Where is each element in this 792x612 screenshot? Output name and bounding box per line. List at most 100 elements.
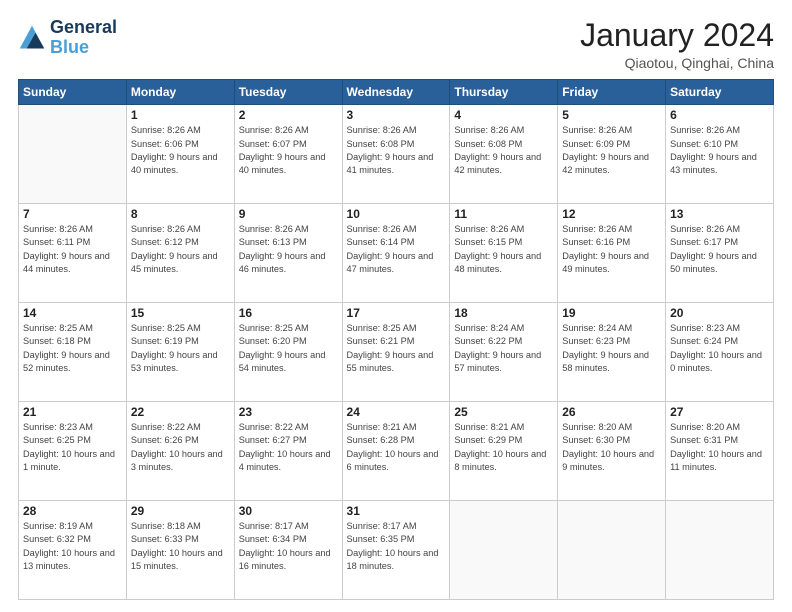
calendar-day-cell: 2 Sunrise: 8:26 AMSunset: 6:07 PMDayligh… [234,105,342,204]
calendar-day-cell: 10 Sunrise: 8:26 AMSunset: 6:14 PMDaylig… [342,204,450,303]
calendar-day-cell [666,501,774,600]
calendar-day-cell: 4 Sunrise: 8:26 AMSunset: 6:08 PMDayligh… [450,105,558,204]
subtitle: Qiaotou, Qinghai, China [580,55,774,71]
day-number: 1 [131,108,230,122]
calendar-day-cell: 30 Sunrise: 8:17 AMSunset: 6:34 PMDaylig… [234,501,342,600]
calendar-day-cell: 24 Sunrise: 8:21 AMSunset: 6:28 PMDaylig… [342,402,450,501]
day-info: Sunrise: 8:21 AMSunset: 6:29 PMDaylight:… [454,421,553,474]
col-thursday: Thursday [450,80,558,105]
day-info: Sunrise: 8:26 AMSunset: 6:11 PMDaylight:… [23,223,122,276]
calendar-day-cell [450,501,558,600]
col-monday: Monday [126,80,234,105]
day-info: Sunrise: 8:26 AMSunset: 6:13 PMDaylight:… [239,223,338,276]
main-title: January 2024 [580,18,774,53]
calendar-day-cell: 15 Sunrise: 8:25 AMSunset: 6:19 PMDaylig… [126,303,234,402]
calendar-day-cell: 5 Sunrise: 8:26 AMSunset: 6:09 PMDayligh… [558,105,666,204]
day-number: 25 [454,405,553,419]
day-number: 31 [347,504,446,518]
day-info: Sunrise: 8:20 AMSunset: 6:30 PMDaylight:… [562,421,661,474]
day-number: 2 [239,108,338,122]
calendar-day-cell: 7 Sunrise: 8:26 AMSunset: 6:11 PMDayligh… [19,204,127,303]
calendar-week-row: 7 Sunrise: 8:26 AMSunset: 6:11 PMDayligh… [19,204,774,303]
day-number: 12 [562,207,661,221]
day-number: 8 [131,207,230,221]
day-number: 16 [239,306,338,320]
day-number: 5 [562,108,661,122]
day-number: 9 [239,207,338,221]
calendar-day-cell: 6 Sunrise: 8:26 AMSunset: 6:10 PMDayligh… [666,105,774,204]
day-number: 27 [670,405,769,419]
col-wednesday: Wednesday [342,80,450,105]
day-number: 10 [347,207,446,221]
day-info: Sunrise: 8:22 AMSunset: 6:26 PMDaylight:… [131,421,230,474]
day-number: 11 [454,207,553,221]
calendar-day-cell: 1 Sunrise: 8:26 AMSunset: 6:06 PMDayligh… [126,105,234,204]
day-number: 17 [347,306,446,320]
calendar-day-cell: 21 Sunrise: 8:23 AMSunset: 6:25 PMDaylig… [19,402,127,501]
day-info: Sunrise: 8:22 AMSunset: 6:27 PMDaylight:… [239,421,338,474]
day-info: Sunrise: 8:19 AMSunset: 6:32 PMDaylight:… [23,520,122,573]
day-info: Sunrise: 8:20 AMSunset: 6:31 PMDaylight:… [670,421,769,474]
calendar-day-cell: 19 Sunrise: 8:24 AMSunset: 6:23 PMDaylig… [558,303,666,402]
day-info: Sunrise: 8:17 AMSunset: 6:34 PMDaylight:… [239,520,338,573]
calendar-day-cell: 18 Sunrise: 8:24 AMSunset: 6:22 PMDaylig… [450,303,558,402]
calendar-day-cell: 22 Sunrise: 8:22 AMSunset: 6:26 PMDaylig… [126,402,234,501]
day-number: 20 [670,306,769,320]
calendar-day-cell: 17 Sunrise: 8:25 AMSunset: 6:21 PMDaylig… [342,303,450,402]
day-info: Sunrise: 8:26 AMSunset: 6:15 PMDaylight:… [454,223,553,276]
page: General Blue January 2024 Qiaotou, Qingh… [0,0,792,612]
calendar-day-cell: 12 Sunrise: 8:26 AMSunset: 6:16 PMDaylig… [558,204,666,303]
day-info: Sunrise: 8:26 AMSunset: 6:07 PMDaylight:… [239,124,338,177]
day-info: Sunrise: 8:25 AMSunset: 6:18 PMDaylight:… [23,322,122,375]
day-info: Sunrise: 8:23 AMSunset: 6:25 PMDaylight:… [23,421,122,474]
calendar-header-row: Sunday Monday Tuesday Wednesday Thursday… [19,80,774,105]
calendar-week-row: 28 Sunrise: 8:19 AMSunset: 6:32 PMDaylig… [19,501,774,600]
header: General Blue January 2024 Qiaotou, Qingh… [18,18,774,71]
day-number: 30 [239,504,338,518]
calendar-day-cell: 3 Sunrise: 8:26 AMSunset: 6:08 PMDayligh… [342,105,450,204]
day-number: 23 [239,405,338,419]
day-number: 28 [23,504,122,518]
day-info: Sunrise: 8:26 AMSunset: 6:06 PMDaylight:… [131,124,230,177]
calendar-day-cell: 20 Sunrise: 8:23 AMSunset: 6:24 PMDaylig… [666,303,774,402]
day-number: 14 [23,306,122,320]
calendar-day-cell: 25 Sunrise: 8:21 AMSunset: 6:29 PMDaylig… [450,402,558,501]
logo: General Blue [18,18,117,58]
day-info: Sunrise: 8:26 AMSunset: 6:09 PMDaylight:… [562,124,661,177]
day-info: Sunrise: 8:26 AMSunset: 6:12 PMDaylight:… [131,223,230,276]
col-tuesday: Tuesday [234,80,342,105]
calendar-day-cell: 29 Sunrise: 8:18 AMSunset: 6:33 PMDaylig… [126,501,234,600]
day-number: 21 [23,405,122,419]
day-info: Sunrise: 8:25 AMSunset: 6:21 PMDaylight:… [347,322,446,375]
title-block: January 2024 Qiaotou, Qinghai, China [580,18,774,71]
calendar-day-cell: 31 Sunrise: 8:17 AMSunset: 6:35 PMDaylig… [342,501,450,600]
day-info: Sunrise: 8:24 AMSunset: 6:22 PMDaylight:… [454,322,553,375]
calendar-day-cell [19,105,127,204]
calendar-day-cell: 9 Sunrise: 8:26 AMSunset: 6:13 PMDayligh… [234,204,342,303]
calendar-week-row: 1 Sunrise: 8:26 AMSunset: 6:06 PMDayligh… [19,105,774,204]
day-info: Sunrise: 8:26 AMSunset: 6:14 PMDaylight:… [347,223,446,276]
day-info: Sunrise: 8:26 AMSunset: 6:10 PMDaylight:… [670,124,769,177]
day-number: 18 [454,306,553,320]
day-info: Sunrise: 8:17 AMSunset: 6:35 PMDaylight:… [347,520,446,573]
day-info: Sunrise: 8:23 AMSunset: 6:24 PMDaylight:… [670,322,769,375]
calendar-table: Sunday Monday Tuesday Wednesday Thursday… [18,79,774,600]
calendar-week-row: 14 Sunrise: 8:25 AMSunset: 6:18 PMDaylig… [19,303,774,402]
day-number: 29 [131,504,230,518]
calendar-day-cell: 26 Sunrise: 8:20 AMSunset: 6:30 PMDaylig… [558,402,666,501]
col-sunday: Sunday [19,80,127,105]
day-number: 24 [347,405,446,419]
col-friday: Friday [558,80,666,105]
calendar-day-cell: 27 Sunrise: 8:20 AMSunset: 6:31 PMDaylig… [666,402,774,501]
day-info: Sunrise: 8:21 AMSunset: 6:28 PMDaylight:… [347,421,446,474]
day-number: 7 [23,207,122,221]
calendar-day-cell: 8 Sunrise: 8:26 AMSunset: 6:12 PMDayligh… [126,204,234,303]
day-number: 26 [562,405,661,419]
day-info: Sunrise: 8:26 AMSunset: 6:08 PMDaylight:… [347,124,446,177]
calendar-day-cell: 23 Sunrise: 8:22 AMSunset: 6:27 PMDaylig… [234,402,342,501]
day-number: 19 [562,306,661,320]
calendar-day-cell: 16 Sunrise: 8:25 AMSunset: 6:20 PMDaylig… [234,303,342,402]
calendar-day-cell: 11 Sunrise: 8:26 AMSunset: 6:15 PMDaylig… [450,204,558,303]
day-info: Sunrise: 8:26 AMSunset: 6:17 PMDaylight:… [670,223,769,276]
day-info: Sunrise: 8:25 AMSunset: 6:19 PMDaylight:… [131,322,230,375]
